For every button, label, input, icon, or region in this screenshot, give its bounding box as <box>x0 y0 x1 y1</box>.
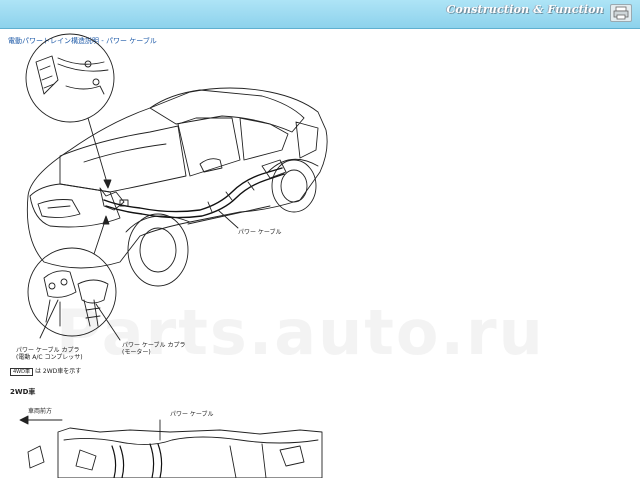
front-direction-label: 車両前方 <box>28 408 53 415</box>
section-title-2wd: 2WD車 <box>10 388 36 396</box>
coupler-compressor-line2: (電動 A/C コンプレッサ) <box>16 354 83 361</box>
vehicle-illustration <box>19 33 328 478</box>
power-cable-label-bottom: パワー ケーブル <box>170 411 214 418</box>
detail-circle-bottom <box>27 247 117 337</box>
legend-text: は 2WD車を示す <box>34 368 82 375</box>
coupler-compressor-label: パワー ケーブル カプラ (電動 A/C コンプレッサ) <box>16 347 83 361</box>
coupler-compressor-line1: パワー ケーブル カプラ <box>16 347 80 354</box>
coupler-motor-line2: (モーター) <box>122 349 151 356</box>
legend-box: 4WD車 <box>10 367 33 376</box>
power-cable-label: パワー ケーブル <box>238 229 282 236</box>
coupler-motor-label: パワー ケーブル カプラ (モーター) <box>122 342 185 356</box>
coupler-motor-line1: パワー ケーブル カプラ <box>122 342 186 349</box>
detail-circle-top <box>25 33 115 123</box>
legend: 4WD車は 2WD車を示す <box>10 366 81 376</box>
